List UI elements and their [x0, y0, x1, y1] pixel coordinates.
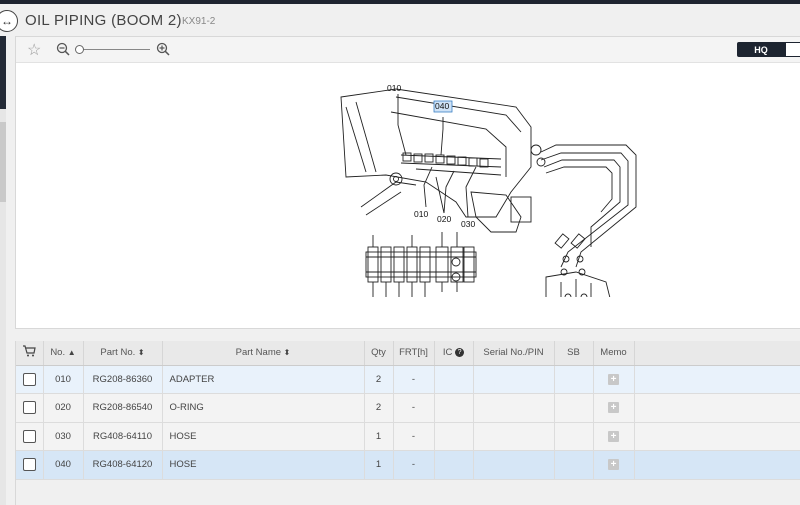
table-row-selected[interactable]: 040 RG408-64120 HOSE 1 - +: [16, 450, 800, 480]
cell-sb: [554, 450, 594, 480]
star-icon[interactable]: ☆: [27, 40, 41, 60]
cell-qty: 1: [364, 422, 394, 451]
cell-serial: [473, 393, 555, 423]
add-memo-icon[interactable]: +: [608, 459, 619, 471]
cell-no: 030: [43, 422, 84, 451]
table-row[interactable]: 020 RG208-86540 O-RING 2 - +: [16, 393, 800, 423]
add-memo-icon[interactable]: +: [608, 373, 619, 385]
side-scrollbar[interactable]: [0, 122, 6, 202]
cell-qty: 2: [364, 393, 394, 423]
column-label-part-no: Part No.: [100, 347, 136, 359]
cell-ic: [434, 393, 474, 423]
cell-ic: [434, 450, 474, 480]
sort-icon[interactable]: ⬍: [138, 348, 145, 357]
cell-no: 010: [43, 365, 84, 394]
cell-part-no[interactable]: RG208-86540: [83, 393, 163, 423]
title-row: ↔ OIL PIPING (BOOM 2) KX91-2: [0, 4, 800, 36]
side-thumbnail[interactable]: [0, 34, 6, 109]
row-checkbox[interactable]: [22, 401, 36, 415]
callout-030[interactable]: 030: [461, 219, 475, 229]
add-memo-icon[interactable]: +: [608, 430, 619, 442]
column-header-qty: Qty: [364, 341, 394, 366]
help-icon[interactable]: ?: [455, 348, 465, 358]
cell-sb: [554, 365, 594, 394]
parts-table: No. ▲ Part No. ⬍ Part Name ⬍ Qty FRT[h] …: [16, 341, 800, 480]
zoom-out-icon[interactable]: [56, 42, 70, 56]
cell-part-no[interactable]: RG408-64110: [83, 422, 163, 451]
cell-part-no[interactable]: RG408-64120: [83, 450, 163, 480]
cell-spacer: [634, 393, 800, 423]
diagram-panel: ☆ HQ 010 040 010 020 030: [15, 36, 800, 329]
cell-ic: [434, 422, 474, 451]
cell-frt: -: [393, 450, 435, 480]
sort-icon[interactable]: ⬍: [284, 348, 291, 357]
parts-table-container: No. ▲ Part No. ⬍ Part Name ⬍ Qty FRT[h] …: [15, 341, 800, 505]
callout-010-bottom[interactable]: 010: [414, 209, 428, 219]
cell-serial: [473, 365, 555, 394]
column-header-sb: SB: [554, 341, 594, 366]
cell-no: 040: [43, 450, 84, 480]
cart-icon[interactable]: [22, 345, 36, 357]
column-header-memo: Memo: [593, 341, 635, 366]
callout-040[interactable]: 040: [435, 101, 449, 111]
cell-spacer: [634, 450, 800, 480]
column-label-part-name: Part Name: [235, 347, 282, 359]
hq-toggle-button[interactable]: HQ: [737, 42, 785, 57]
column-label-ic: IC: [442, 347, 453, 359]
cell-serial: [473, 450, 555, 480]
zoom-slider-track[interactable]: [80, 49, 150, 50]
cell-sb: [554, 422, 594, 451]
cell-part-name: HOSE: [162, 450, 365, 480]
column-header-part-name[interactable]: Part Name ⬍: [162, 341, 365, 366]
table-row[interactable]: 010 RG208-86360 ADAPTER 2 - +: [16, 365, 800, 394]
column-header-part-no[interactable]: Part No. ⬍: [83, 341, 163, 366]
expand-arrows-icon[interactable]: ↔: [0, 10, 18, 32]
cell-part-name: O-RING: [162, 393, 365, 423]
callout-020[interactable]: 020: [437, 214, 451, 224]
cell-part-name: ADAPTER: [162, 365, 365, 394]
cell-frt: -: [393, 422, 435, 451]
column-header-ic: IC ?: [434, 341, 474, 366]
cell-no: 020: [43, 393, 84, 423]
zoom-slider-handle[interactable]: [75, 45, 84, 54]
hq-toggle-off[interactable]: [785, 42, 800, 57]
model-label: KX91-2: [182, 16, 216, 27]
row-checkbox[interactable]: [22, 372, 36, 386]
row-checkbox[interactable]: [22, 429, 36, 443]
cell-sb: [554, 393, 594, 423]
column-header-frt: FRT[h]: [393, 341, 435, 366]
cell-qty: 2: [364, 365, 394, 394]
column-label-no: No.: [50, 347, 66, 359]
column-header-serial: Serial No./PIN: [473, 341, 555, 366]
cell-frt: -: [393, 365, 435, 394]
column-header-no[interactable]: No. ▲: [43, 341, 84, 366]
zoom-in-icon[interactable]: [156, 42, 170, 56]
cell-spacer: [634, 365, 800, 394]
column-header-spacer: [634, 341, 800, 366]
cell-serial: [473, 422, 555, 451]
row-checkbox[interactable]: [22, 458, 36, 472]
cell-part-no[interactable]: RG208-86360: [83, 365, 163, 394]
cell-frt: -: [393, 393, 435, 423]
table-row[interactable]: 030 RG408-64110 HOSE 1 - +: [16, 422, 800, 451]
cell-qty: 1: [364, 450, 394, 480]
page-title: OIL PIPING (BOOM 2): [25, 12, 182, 29]
table-header-row: No. ▲ Part No. ⬍ Part Name ⬍ Qty FRT[h] …: [16, 341, 800, 366]
sort-ascending-icon[interactable]: ▲: [68, 348, 76, 357]
parts-diagram[interactable]: 010 040 010 020 030: [306, 67, 646, 297]
cell-spacer: [634, 422, 800, 451]
column-header-cart[interactable]: [16, 341, 44, 366]
callout-010-top[interactable]: 010: [387, 83, 401, 93]
cell-part-name: HOSE: [162, 422, 365, 451]
add-memo-icon[interactable]: +: [608, 402, 619, 414]
cell-ic: [434, 365, 474, 394]
left-side-strip: [0, 4, 6, 505]
diagram-toolbar: ☆ HQ: [16, 37, 800, 63]
